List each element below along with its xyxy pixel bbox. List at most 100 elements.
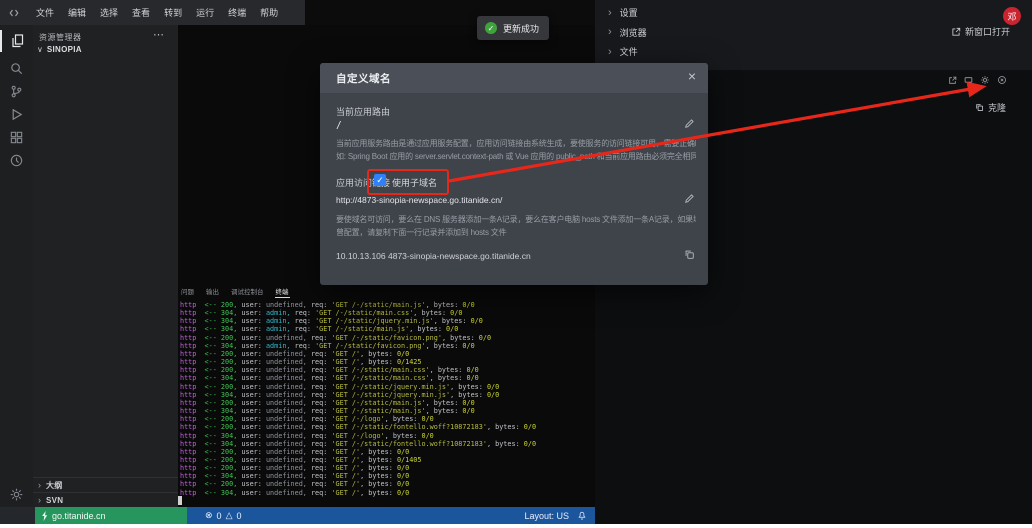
text: req: — [291, 325, 316, 333]
text: 0/0 — [487, 383, 499, 391]
text: 'GET /-/static/main.js' — [331, 399, 425, 407]
log-line: http <-- 304, user: undefined, req: 'GET… — [180, 472, 536, 480]
text: <-- 200, — [196, 423, 237, 431]
text: undefined, — [266, 456, 307, 464]
open-new-window-button[interactable]: 新窗口打开 — [951, 25, 1010, 38]
menu-item-终端[interactable]: 终端 — [225, 4, 249, 21]
text: undefined, — [266, 448, 307, 456]
text: 'GET /-/static/main.js' — [331, 407, 425, 415]
menu-item-转到[interactable]: 转到 — [161, 4, 185, 21]
menu-item-帮助[interactable]: 帮助 — [257, 4, 281, 21]
panel-tab-输出[interactable]: 输出 — [205, 283, 220, 298]
right-section-文件[interactable]: ›文件 — [595, 42, 895, 62]
run-debug-icon[interactable] — [0, 103, 33, 125]
extensions-icon[interactable] — [0, 126, 33, 148]
text: , bytes: — [360, 456, 397, 464]
panel-tab-终端[interactable]: 终端 — [275, 283, 290, 298]
text: admin, — [266, 309, 291, 317]
menu-item-选择[interactable]: 选择 — [97, 4, 121, 21]
problems-indicator[interactable]: ⊗ 0 △ 0 — [205, 510, 242, 521]
text: 'GET /-/static/jquery.min.js' — [331, 383, 450, 391]
avatar[interactable]: 邓 — [1003, 7, 1021, 25]
text: http — [180, 358, 196, 366]
text: req: — [307, 391, 332, 399]
status-bar-spacer — [0, 507, 35, 524]
text: <-- 200, — [196, 301, 237, 309]
text: http — [180, 383, 196, 391]
app-root: ›设置›浏览器›文件 邓 新窗口打开 克隆 文件编辑选择查看转到运行终端帮助 — [0, 0, 1032, 528]
text: user: — [237, 317, 266, 325]
log-line: http <-- 304, user: admin, req: 'GET /-/… — [180, 342, 536, 350]
app-link-url: http://4873-sinopia-newspace.go.titanide… — [336, 195, 502, 205]
text: 'GET /-/static/favicon.png' — [331, 334, 442, 342]
settings-gear-icon[interactable] — [980, 75, 990, 85]
text: undefined, — [266, 423, 307, 431]
panel-tab-问题[interactable]: 问题 — [180, 283, 195, 298]
sidebar-bottom-sections: ›大纲›SVN — [33, 477, 178, 507]
right-section-浏览器[interactable]: ›浏览器 — [595, 23, 895, 43]
text: req: — [307, 440, 332, 448]
sidebar-section-大纲[interactable]: ›大纲 — [33, 477, 178, 492]
toast-notification: ✓ 更新成功 — [477, 16, 549, 40]
text: http — [180, 342, 196, 350]
text: 'GET /' — [331, 464, 360, 472]
text: user: — [237, 407, 266, 415]
close-circle-icon[interactable] — [997, 75, 1007, 85]
route-description: 当前应用服务路由是通过应用服务配置，应用访问链接由系统生成，要使服务的访问链接可… — [336, 137, 696, 163]
keyboard-layout-label[interactable]: Layout: US — [524, 511, 569, 521]
open-external-icon[interactable] — [948, 76, 957, 85]
text: undefined, — [266, 489, 307, 497]
text: http — [180, 415, 196, 423]
right-section-label: 设置 — [620, 6, 638, 19]
text: req: — [291, 342, 316, 350]
text: <-- 304, — [196, 317, 237, 325]
text: undefined, — [266, 334, 307, 342]
terminal-panel: 问题输出调试控制台终端 http <-- 200, user: undefine… — [178, 283, 595, 507]
remote-indicator[interactable]: go.titanide.cn — [35, 507, 187, 524]
panel-tab-调试控制台[interactable]: 调试控制台 — [230, 283, 265, 298]
status-bar: go.titanide.cn ⊗ 0 △ 0 Layout: US — [0, 507, 595, 524]
root-folder-row[interactable]: ∨ SINOPIA — [37, 45, 82, 54]
right-section-设置[interactable]: ›设置 — [595, 3, 895, 23]
source-control-icon[interactable] — [0, 80, 33, 102]
text: <-- 200, — [196, 480, 237, 488]
text: undefined, — [266, 358, 307, 366]
text: req: — [307, 464, 332, 472]
text: undefined, — [266, 480, 307, 488]
close-icon[interactable]: × — [688, 68, 696, 84]
text: , bytes: — [360, 480, 397, 488]
menu-item-查看[interactable]: 查看 — [129, 4, 153, 21]
menu-item-编辑[interactable]: 编辑 — [65, 4, 89, 21]
text: req: — [291, 309, 316, 317]
root-folder-name: SINOPIA — [47, 45, 82, 54]
text: 0/0 — [397, 350, 409, 358]
edit-url-icon[interactable] — [684, 193, 695, 204]
clone-button[interactable]: 克隆 — [975, 101, 1006, 114]
text: <-- 200, — [196, 350, 237, 358]
explorer-icon[interactable] — [0, 30, 33, 52]
more-actions-icon[interactable]: ⋯ — [153, 28, 164, 41]
text: req: — [307, 358, 332, 366]
bell-icon[interactable] — [577, 511, 587, 521]
edit-route-icon[interactable] — [684, 118, 695, 129]
sidebar-section-SVN[interactable]: ›SVN — [33, 492, 178, 507]
preview-device-icon[interactable] — [964, 76, 973, 85]
copy-record-icon[interactable] — [684, 249, 695, 260]
text: 0/0 — [397, 464, 409, 472]
log-line: http <-- 200, user: undefined, req: 'GET… — [180, 366, 536, 374]
menu-item-文件[interactable]: 文件 — [33, 4, 57, 21]
text: http — [180, 309, 196, 317]
manage-gear-icon[interactable] — [0, 483, 33, 505]
text: 0/1405 — [397, 456, 422, 464]
text: , bytes: — [487, 423, 524, 431]
menu-item-运行[interactable]: 运行 — [193, 4, 217, 21]
text: http — [180, 472, 196, 480]
text: http — [180, 301, 196, 309]
route-value: / — [336, 120, 342, 131]
text: <-- 304, — [196, 440, 237, 448]
search-icon[interactable] — [0, 57, 33, 79]
chevron-right-icon: › — [38, 480, 41, 490]
text: 'GET /-/static/main.css' — [331, 366, 429, 374]
timer-icon[interactable] — [0, 149, 33, 171]
chevron-right-icon: › — [608, 26, 612, 38]
